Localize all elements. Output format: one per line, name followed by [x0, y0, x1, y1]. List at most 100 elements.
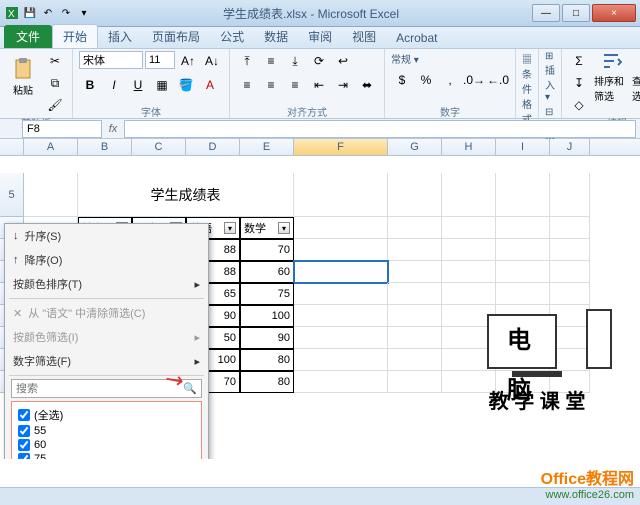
cell[interactable]: [388, 217, 442, 239]
insert-cells-button[interactable]: ⊞ 插入 ▾: [545, 51, 555, 103]
cell[interactable]: [442, 239, 496, 261]
number-format-dropdown[interactable]: 常规 ▾: [391, 51, 419, 66]
cell[interactable]: [496, 217, 550, 239]
col-header-H[interactable]: H: [442, 139, 496, 155]
cell[interactable]: [496, 283, 550, 305]
italic-icon[interactable]: I: [103, 75, 125, 95]
cut-icon[interactable]: ✂: [44, 51, 66, 71]
col-header-I[interactable]: I: [496, 139, 550, 155]
cell-math[interactable]: 90: [240, 327, 294, 349]
tab-insert[interactable]: 插入: [98, 25, 142, 48]
col-header-F[interactable]: F: [294, 139, 388, 155]
dec-decimal-icon[interactable]: ←.0: [487, 70, 509, 90]
cell[interactable]: [388, 371, 442, 393]
indent-inc-icon[interactable]: ⇥: [332, 75, 354, 95]
underline-icon[interactable]: U: [127, 75, 149, 95]
tab-data[interactable]: 数据: [254, 25, 298, 48]
col-header-D[interactable]: D: [186, 139, 240, 155]
cell[interactable]: [442, 283, 496, 305]
currency-icon[interactable]: $: [391, 70, 413, 90]
filter-search-input[interactable]: [16, 383, 183, 395]
name-box[interactable]: [22, 120, 102, 138]
tab-layout[interactable]: 页面布局: [142, 25, 210, 48]
cell[interactable]: [388, 305, 442, 327]
font-size-input[interactable]: [145, 51, 175, 69]
font-color-icon[interactable]: A: [199, 75, 221, 95]
border-icon[interactable]: ▦: [151, 75, 173, 95]
cell[interactable]: [550, 283, 590, 305]
tab-home[interactable]: 开始: [52, 24, 98, 48]
tab-file[interactable]: 文件: [4, 25, 52, 48]
cell[interactable]: [294, 217, 388, 239]
cell[interactable]: [388, 173, 442, 217]
undo-icon[interactable]: ↶: [40, 5, 56, 21]
cell[interactable]: [442, 261, 496, 283]
font-name-input[interactable]: [79, 51, 143, 69]
cell[interactable]: [294, 283, 388, 305]
cell[interactable]: [388, 261, 442, 283]
select-all-corner[interactable]: [0, 139, 24, 155]
cell[interactable]: [388, 327, 442, 349]
find-select-button[interactable]: 查找和选择: [632, 51, 640, 103]
cell-math[interactable]: 60: [240, 261, 294, 283]
format-painter-icon[interactable]: 🖌: [44, 95, 66, 115]
filter-check-item[interactable]: 60: [16, 438, 197, 452]
cell[interactable]: [496, 261, 550, 283]
redo-icon[interactable]: ↷: [58, 5, 74, 21]
cell[interactable]: [388, 239, 442, 261]
maximize-button[interactable]: □: [562, 4, 590, 22]
save-icon[interactable]: 💾: [22, 5, 38, 21]
clear-icon[interactable]: ◇: [568, 95, 590, 115]
align-bottom-icon[interactable]: ⤓: [284, 51, 306, 71]
align-middle-icon[interactable]: ≡: [260, 51, 282, 71]
align-top-icon[interactable]: ⤒: [236, 51, 258, 71]
cell-math[interactable]: 75: [240, 283, 294, 305]
cell[interactable]: [294, 239, 388, 261]
cell[interactable]: [294, 173, 388, 217]
merge-icon[interactable]: ⬌: [356, 75, 378, 95]
align-right-icon[interactable]: ≡: [284, 75, 306, 95]
cell[interactable]: [294, 261, 388, 283]
close-button[interactable]: ×: [592, 4, 636, 22]
cell[interactable]: [550, 217, 590, 239]
sort-asc-item[interactable]: ↓升序(S): [5, 224, 208, 248]
cell[interactable]: [388, 283, 442, 305]
cell[interactable]: [294, 371, 388, 393]
table-title[interactable]: 学生成绩表: [78, 173, 294, 217]
cell[interactable]: [294, 349, 388, 371]
col-header-G[interactable]: G: [388, 139, 442, 155]
filter-check-all[interactable]: (全选): [16, 406, 197, 424]
fill-color-icon[interactable]: 🪣: [175, 75, 197, 95]
tab-review[interactable]: 审阅: [298, 25, 342, 48]
cell-math[interactable]: 100: [240, 305, 294, 327]
cell[interactable]: [294, 327, 388, 349]
col-header-J[interactable]: J: [550, 139, 590, 155]
wrap-text-icon[interactable]: ↩: [332, 51, 354, 71]
inc-decimal-icon[interactable]: .0→: [463, 70, 485, 90]
sort-filter-button[interactable]: 排序和筛选: [594, 51, 628, 103]
cell[interactable]: [550, 239, 590, 261]
increase-font-icon[interactable]: A↑: [177, 51, 199, 71]
formula-input[interactable]: [124, 120, 636, 138]
minimize-button[interactable]: —: [532, 4, 560, 22]
tab-formula[interactable]: 公式: [210, 25, 254, 48]
autosum-icon[interactable]: Σ: [568, 51, 590, 71]
tab-acrobat[interactable]: Acrobat: [386, 28, 447, 48]
percent-icon[interactable]: %: [415, 70, 437, 90]
qat-dropdown-icon[interactable]: ▾: [76, 5, 92, 21]
cell[interactable]: [294, 305, 388, 327]
cell-math[interactable]: 80: [240, 371, 294, 393]
fill-icon[interactable]: ↧: [568, 73, 590, 93]
col-header-A[interactable]: A: [24, 139, 78, 155]
filter-check-item[interactable]: 55: [16, 424, 197, 438]
decrease-font-icon[interactable]: A↓: [201, 51, 223, 71]
cell[interactable]: [388, 349, 442, 371]
align-left-icon[interactable]: ≡: [236, 75, 258, 95]
cell[interactable]: [496, 173, 550, 217]
cell[interactable]: [442, 217, 496, 239]
filter-check-item[interactable]: 75: [16, 452, 197, 459]
cell[interactable]: [550, 261, 590, 283]
align-center-icon[interactable]: ≡: [260, 75, 282, 95]
cell[interactable]: [550, 173, 590, 217]
col-header-E[interactable]: E: [240, 139, 294, 155]
